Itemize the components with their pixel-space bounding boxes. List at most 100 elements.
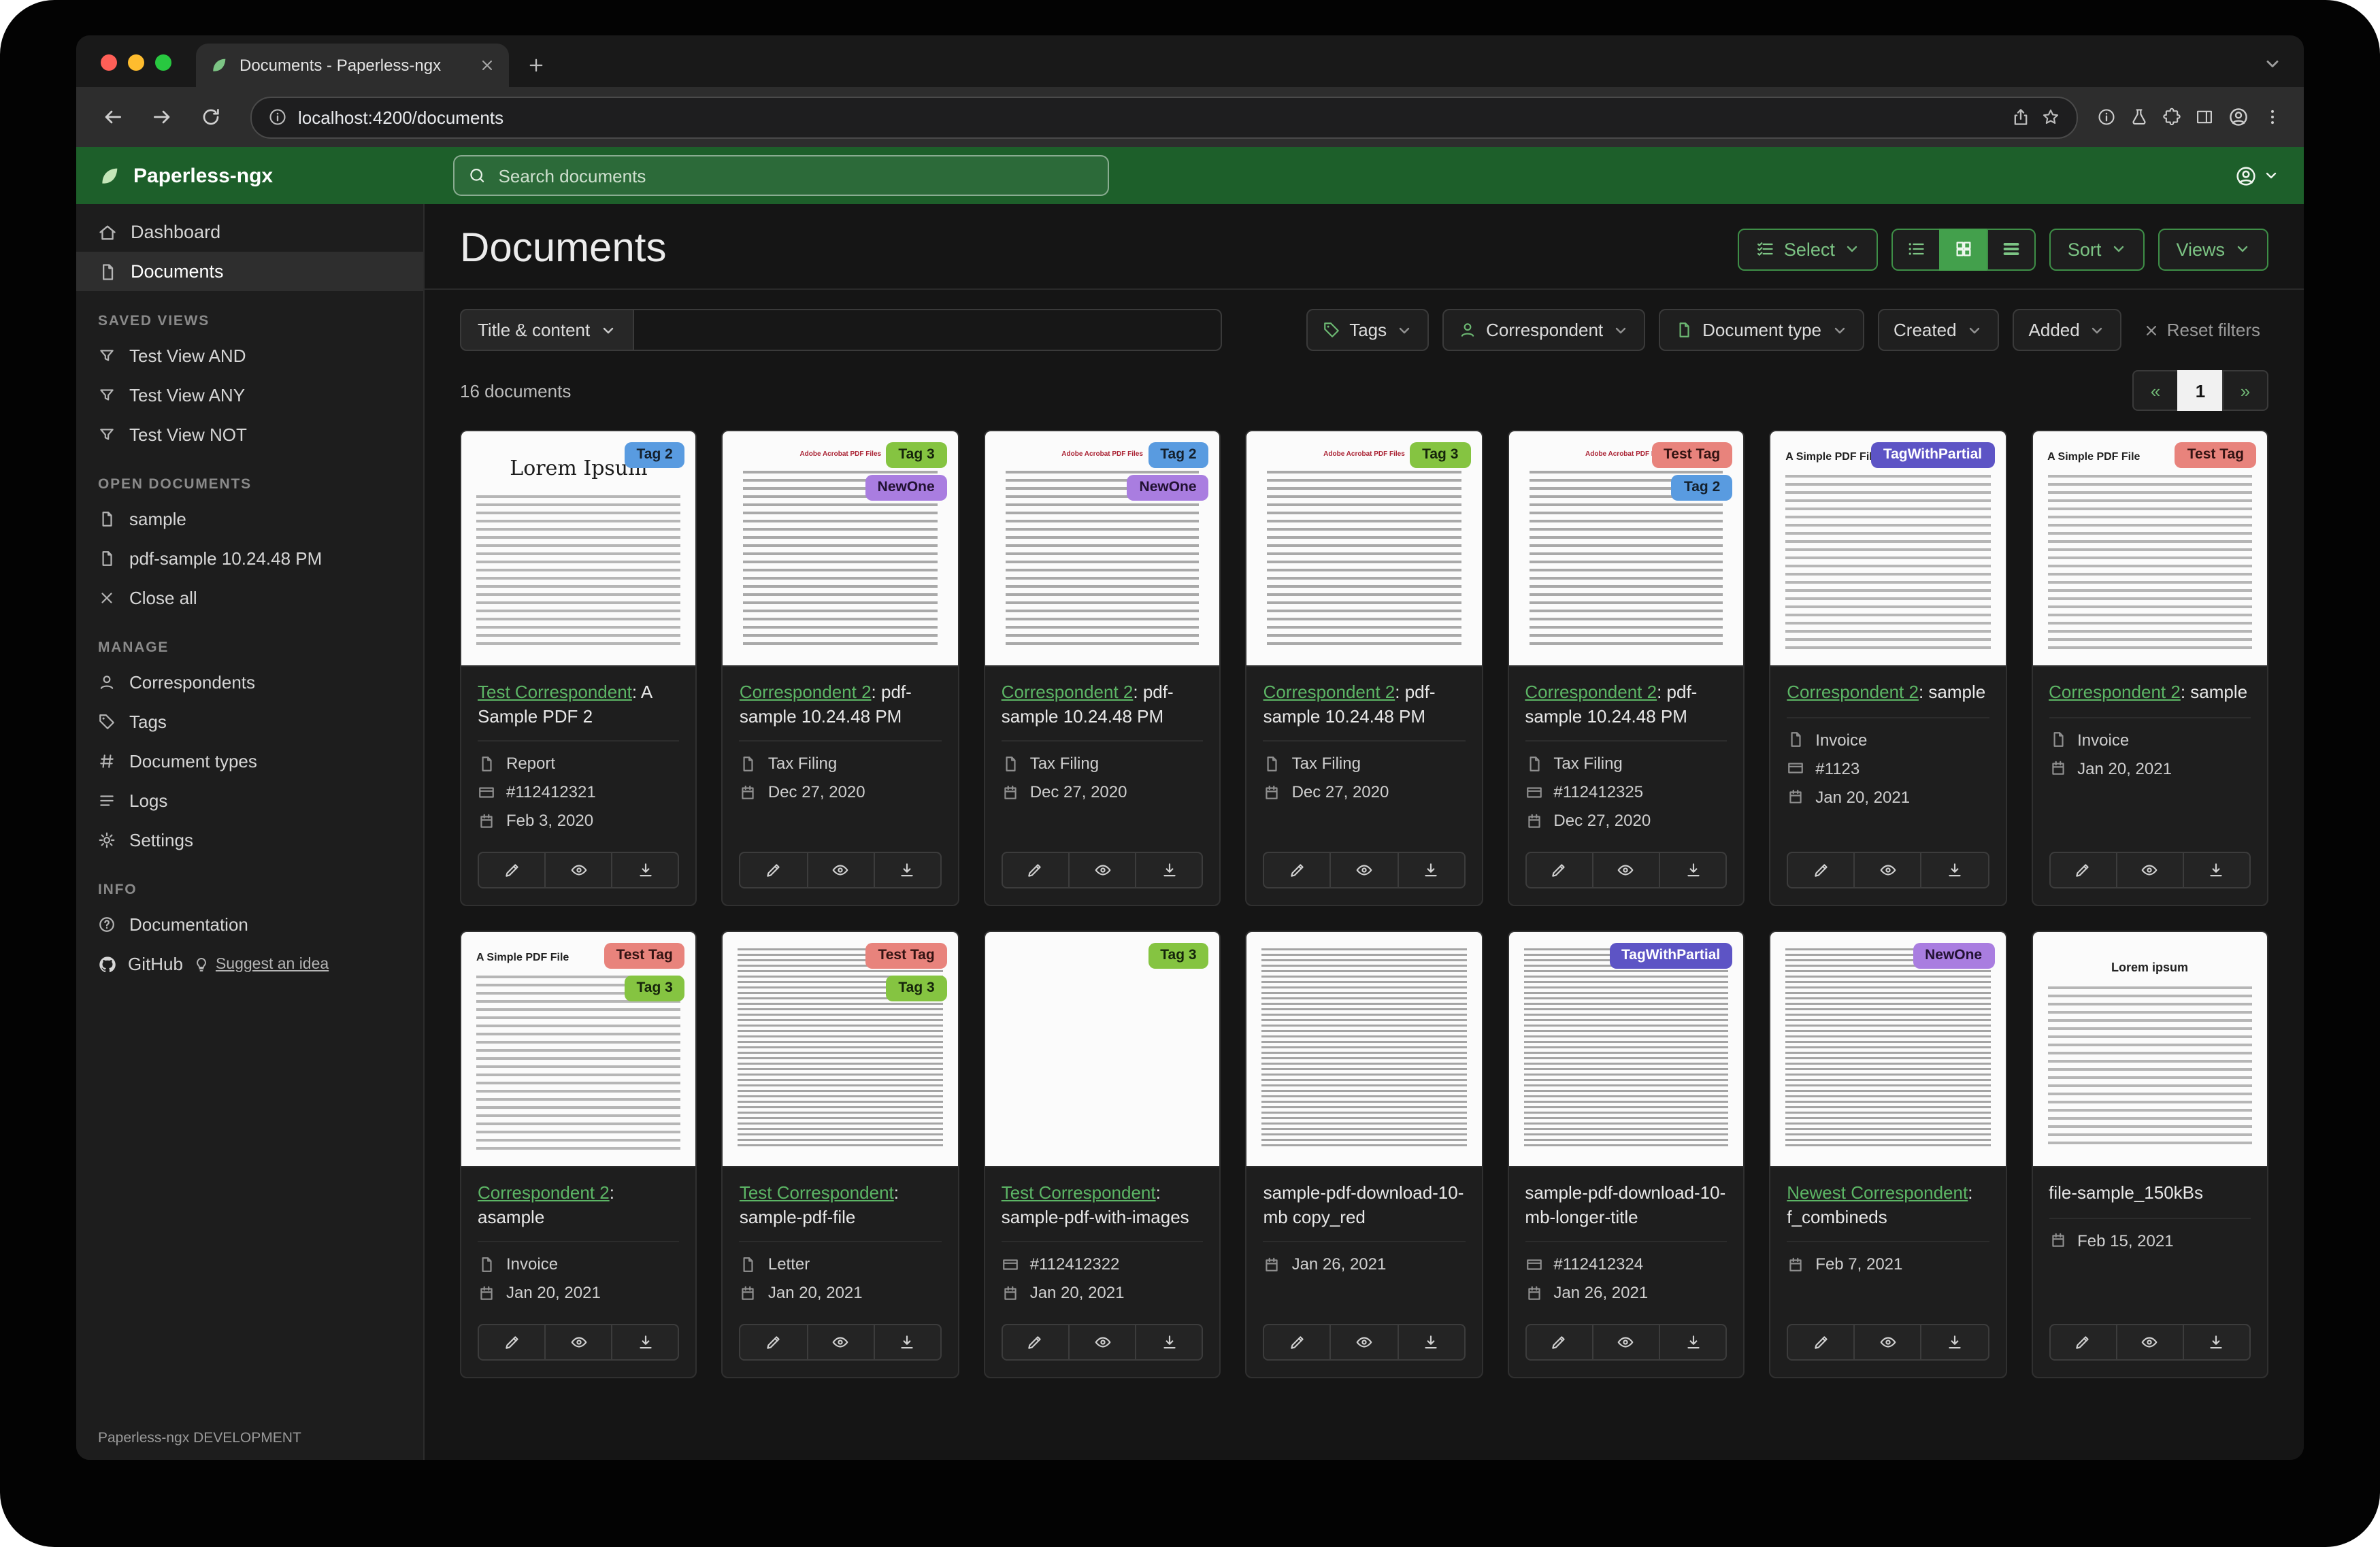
- sidebar-item-documentation[interactable]: Documentation: [76, 905, 423, 944]
- document-thumbnail[interactable]: NewOne: [1770, 932, 2005, 1167]
- detail-view-button[interactable]: [1987, 228, 2036, 270]
- created-date-row[interactable]: Feb 15, 2021: [2049, 1231, 2251, 1250]
- document-thumbnail[interactable]: A Simple PDF File TagWithPartial: [1770, 431, 2005, 667]
- document-thumbnail[interactable]: TagWithPartial: [1508, 932, 1743, 1167]
- document-type-row[interactable]: Letter: [740, 1254, 942, 1274]
- document-type-row[interactable]: Tax Filing: [1002, 754, 1204, 773]
- tag-badge[interactable]: Tag 3: [1148, 943, 1208, 969]
- created-date-row[interactable]: Dec 27, 2020: [1002, 782, 1204, 801]
- correspondent-link[interactable]: Newest Correspondent: [1787, 1182, 1968, 1203]
- preview-button[interactable]: [2115, 852, 2183, 888]
- preview-button[interactable]: [2115, 1324, 2183, 1361]
- document-link[interactable]: Correspondent 2: pdf-sample 10.24.48 PM: [1525, 680, 1727, 728]
- document-link[interactable]: Correspondent 2: sample: [1787, 680, 1989, 704]
- edit-button[interactable]: [1787, 852, 1855, 888]
- close-window-button[interactable]: [101, 54, 117, 71]
- tags-filter-button[interactable]: Tags: [1306, 309, 1429, 351]
- back-button[interactable]: [93, 97, 133, 137]
- correspondent-link[interactable]: Correspondent 2: [1787, 682, 1919, 702]
- tag-badge[interactable]: Test Tag: [865, 943, 946, 969]
- preview-button[interactable]: [806, 1324, 874, 1361]
- edit-button[interactable]: [1525, 1324, 1593, 1361]
- edit-button[interactable]: [2049, 1324, 2117, 1361]
- tag-badge[interactable]: NewOne: [1913, 943, 1994, 969]
- document-thumbnail[interactable]: Test Tag Tag 3: [723, 932, 958, 1167]
- title-filter-input[interactable]: [633, 309, 1222, 351]
- minimize-window-button[interactable]: [128, 54, 144, 71]
- download-button[interactable]: [2183, 1324, 2251, 1361]
- reload-button[interactable]: [191, 97, 231, 137]
- document-link[interactable]: Test Correspondent: sample-pdf-with-imag…: [1002, 1181, 1204, 1229]
- created-date-row[interactable]: Jan 20, 2021: [1002, 1283, 1204, 1302]
- current-page-button[interactable]: 1: [2177, 370, 2224, 411]
- created-date-row[interactable]: Feb 7, 2021: [1787, 1254, 1989, 1274]
- download-button[interactable]: [1397, 1324, 1465, 1361]
- sidebar-item-document-types[interactable]: Document types: [76, 742, 423, 781]
- next-page-button[interactable]: »: [2222, 370, 2268, 411]
- sidebar-saved-view-test-not[interactable]: Test View NOT: [76, 415, 423, 454]
- created-date-row[interactable]: Jan 20, 2021: [1787, 787, 1989, 806]
- edit-button[interactable]: [740, 852, 808, 888]
- preview-button[interactable]: [1330, 1324, 1398, 1361]
- download-button[interactable]: [2183, 852, 2251, 888]
- sidebar-item-documents[interactable]: Documents: [76, 252, 423, 291]
- download-button[interactable]: [1135, 852, 1203, 888]
- profile-avatar-icon[interactable]: [2228, 106, 2249, 128]
- document-type-row[interactable]: Invoice: [1787, 730, 1989, 749]
- created-date-row[interactable]: Dec 27, 2020: [1525, 811, 1727, 830]
- flask-icon[interactable]: [2130, 107, 2149, 127]
- title-content-dropdown[interactable]: Title & content: [460, 309, 633, 351]
- tag-badge[interactable]: TagWithPartial: [1609, 943, 1732, 969]
- sidebar-item-correspondents[interactable]: Correspondents: [76, 663, 423, 702]
- document-thumbnail[interactable]: Tag 3: [985, 932, 1220, 1167]
- download-button[interactable]: [1921, 852, 1989, 888]
- edit-button[interactable]: [1263, 1324, 1332, 1361]
- edit-button[interactable]: [1787, 1324, 1855, 1361]
- document-link[interactable]: Test Correspondent: A Sample PDF 2: [478, 680, 680, 728]
- new-tab-button[interactable]: [517, 46, 555, 84]
- tag-badge[interactable]: NewOne: [1127, 475, 1209, 501]
- sidebar-open-document-pdf-sample[interactable]: pdf-sample 10.24.48 PM: [76, 539, 423, 578]
- created-date-row[interactable]: Jan 26, 2021: [1525, 1283, 1727, 1302]
- sidebar-saved-view-test-and[interactable]: Test View AND: [76, 336, 423, 376]
- download-button[interactable]: [1135, 1324, 1203, 1361]
- preview-button[interactable]: [1592, 1324, 1660, 1361]
- forward-button[interactable]: [142, 97, 182, 137]
- tag-badge[interactable]: Test Tag: [2175, 442, 2256, 468]
- correspondent-link[interactable]: Correspondent 2: [2049, 682, 2181, 702]
- created-date-row[interactable]: Jan 20, 2021: [2049, 759, 2251, 778]
- tag-badge[interactable]: Tag 2: [625, 442, 685, 468]
- edit-button[interactable]: [478, 852, 546, 888]
- edit-button[interactable]: [478, 1324, 546, 1361]
- tag-badge[interactable]: TagWithPartial: [1871, 442, 1994, 468]
- document-thumbnail[interactable]: Adobe Acrobat PDF Files Tag 3: [1247, 431, 1482, 667]
- bookmark-star-icon[interactable]: [2041, 107, 2060, 127]
- document-thumbnail[interactable]: A Simple PDF File Test Tag: [2032, 431, 2267, 667]
- edit-button[interactable]: [1002, 852, 1070, 888]
- archive-serial-number-row[interactable]: #112412322: [1002, 1254, 1204, 1274]
- created-date-row[interactable]: Dec 27, 2020: [1263, 782, 1466, 801]
- preview-button[interactable]: [1068, 1324, 1136, 1361]
- preview-button[interactable]: [1068, 852, 1136, 888]
- download-button[interactable]: [1659, 852, 1727, 888]
- sidebar-saved-view-test-any[interactable]: Test View ANY: [76, 376, 423, 415]
- address-bar[interactable]: localhost:4200/documents: [250, 96, 2078, 138]
- document-thumbnail[interactable]: [1247, 932, 1482, 1167]
- document-type-row[interactable]: Report: [478, 754, 680, 773]
- document-type-row[interactable]: Tax Filing: [740, 754, 942, 773]
- document-link[interactable]: Test Correspondent: sample-pdf-file: [740, 1181, 942, 1229]
- tag-badge[interactable]: Tag 2: [1148, 442, 1208, 468]
- created-date-row[interactable]: Jan 26, 2021: [1263, 1254, 1466, 1274]
- sort-button[interactable]: Sort: [2050, 228, 2145, 270]
- tag-badge[interactable]: Tag 3: [886, 976, 946, 1001]
- user-menu[interactable]: [2234, 164, 2304, 187]
- side-panel-icon[interactable]: [2195, 107, 2214, 127]
- tag-badge[interactable]: Tag 3: [625, 976, 685, 1001]
- share-icon[interactable]: [2011, 107, 2030, 127]
- list-view-button[interactable]: [1892, 228, 1941, 270]
- document-thumbnail[interactable]: Adobe Acrobat PDF Files Tag 3NewOne: [723, 431, 958, 667]
- document-link[interactable]: Correspondent 2: pdf-sample 10.24.48 PM: [1002, 680, 1204, 728]
- correspondent-link[interactable]: Correspondent 2: [1263, 682, 1395, 702]
- document-type-row[interactable]: Invoice: [2049, 730, 2251, 749]
- preview-button[interactable]: [1330, 852, 1398, 888]
